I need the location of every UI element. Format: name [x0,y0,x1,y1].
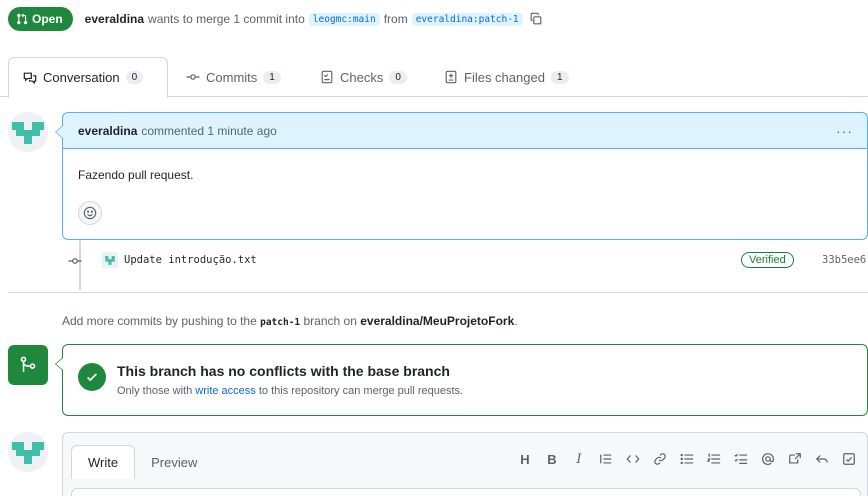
new-comment-box: Write Preview H B I [62,432,868,496]
heading-icon[interactable]: H [517,451,533,467]
tab-commits[interactable]: Commits 1 [186,57,281,97]
pr-comment: everaldina commented 1 minute ago ··· Fa… [55,112,868,240]
tab-conversation-count: 0 [125,71,144,84]
code-icon[interactable] [625,451,641,467]
checklist-icon [321,70,333,84]
merge-status-title: This branch has no conflicts with the ba… [117,363,450,379]
merge-sub-suffix: to this repository can merge pull reques… [258,385,464,397]
current-user-avatar[interactable] [8,432,48,472]
push-hint-middle: branch on [303,314,357,328]
push-hint-suffix: . [514,314,518,328]
markdown-toolbar: H B I [517,451,857,467]
reply-icon[interactable] [814,451,830,467]
tab-checks-label: Checks [340,69,384,85]
comment-textarea[interactable] [71,488,861,496]
file-diff-icon [445,70,457,84]
git-commit-icon [186,74,200,80]
tab-files-changed-label: Files changed [464,69,545,85]
push-hint-branch: patch-1 [260,317,301,328]
comment-author-avatar[interactable] [8,112,48,152]
tab-files-changed[interactable]: Files changed 1 [444,57,569,97]
timeline-divider [8,292,868,293]
pr-tabs: Conversation 0 Commits 1 Checks 0 Files … [0,57,868,98]
push-hint: Add more commits by pushing to the patch… [62,314,518,328]
quote-icon[interactable] [598,451,614,467]
pr-state-badge: Open [8,7,73,31]
commit-sha-link[interactable]: 33b5ee6 [822,254,866,266]
timeline-commit-row: Update introdução.txt Verified 33b5ee6 [62,250,868,272]
pr-merge-text: wants to merge 1 commit into [148,12,305,26]
comment-discussion-icon [23,72,37,84]
pr-state-label: Open [32,12,63,26]
write-access-link[interactable]: write access [195,385,256,397]
identicon-avatar [8,112,48,152]
comment-caret [55,125,63,139]
check-circle-icon [78,363,106,391]
head-branch[interactable]: everaldina:patch-1 [411,12,523,26]
tab-files-changed-count: 1 [550,70,569,84]
check-icon [87,373,97,382]
identicon-avatar [8,432,48,472]
copy-icon[interactable] [529,12,543,26]
push-hint-repo-link[interactable]: everaldina/MeuProjetoFork [360,314,514,328]
unordered-list-icon[interactable] [679,451,695,467]
pull-request-icon [17,13,28,25]
tab-checks[interactable]: Checks 0 [320,57,407,97]
pr-header: Open everaldina wants to merge 1 commit … [8,7,543,31]
editor-tabs: Write Preview [71,445,213,479]
link-icon[interactable] [652,451,668,467]
bold-icon[interactable]: B [544,451,560,467]
pr-meta: everaldina wants to merge 1 commit into … [85,12,543,26]
mention-icon[interactable] [760,451,776,467]
merge-sub-prefix: Only those with [117,385,193,397]
cross-reference-icon[interactable] [787,451,803,467]
tab-conversation[interactable]: Conversation 0 [8,57,168,98]
merge-status-icon-box [8,345,48,385]
comment-options-icon[interactable]: ··· [836,123,853,139]
merge-caret [55,357,63,371]
add-reaction-button[interactable] [78,201,102,225]
git-commit-icon [68,258,82,264]
base-branch[interactable]: leogmc:main [308,12,380,26]
task-list-icon[interactable] [733,451,749,467]
comment-body: Fazendo pull request. [78,168,194,182]
pr-author-link[interactable]: everaldina [85,12,144,26]
smiley-icon [83,206,97,220]
comment-header: everaldina commented 1 minute ago [63,113,867,149]
comment-author[interactable]: everaldina [78,124,137,138]
tab-commits-label: Commits [206,69,258,85]
comment-timestamp[interactable]: commented 1 minute ago [141,124,276,138]
tab-checks-count: 0 [389,70,407,84]
merge-status-box: This branch has no conflicts with the ba… [55,344,868,416]
git-merge-icon [20,356,36,372]
fullscreen-icon[interactable] [841,451,857,467]
commit-message-link[interactable]: Update introdução.txt [124,254,257,266]
tab-preview[interactable]: Preview [135,445,213,479]
italic-icon[interactable]: I [571,451,587,467]
verified-badge[interactable]: Verified [741,252,794,268]
push-hint-prefix: Add more commits by pushing to the [62,314,257,328]
merge-status-subtitle: Only those with write access to this rep… [117,385,463,397]
commit-author-avatar[interactable] [102,252,118,268]
ordered-list-icon[interactable] [706,451,722,467]
tab-commits-count: 1 [263,70,281,84]
tab-write[interactable]: Write [71,445,136,479]
pr-from-text: from [383,12,408,26]
tab-conversation-label: Conversation [43,70,120,85]
